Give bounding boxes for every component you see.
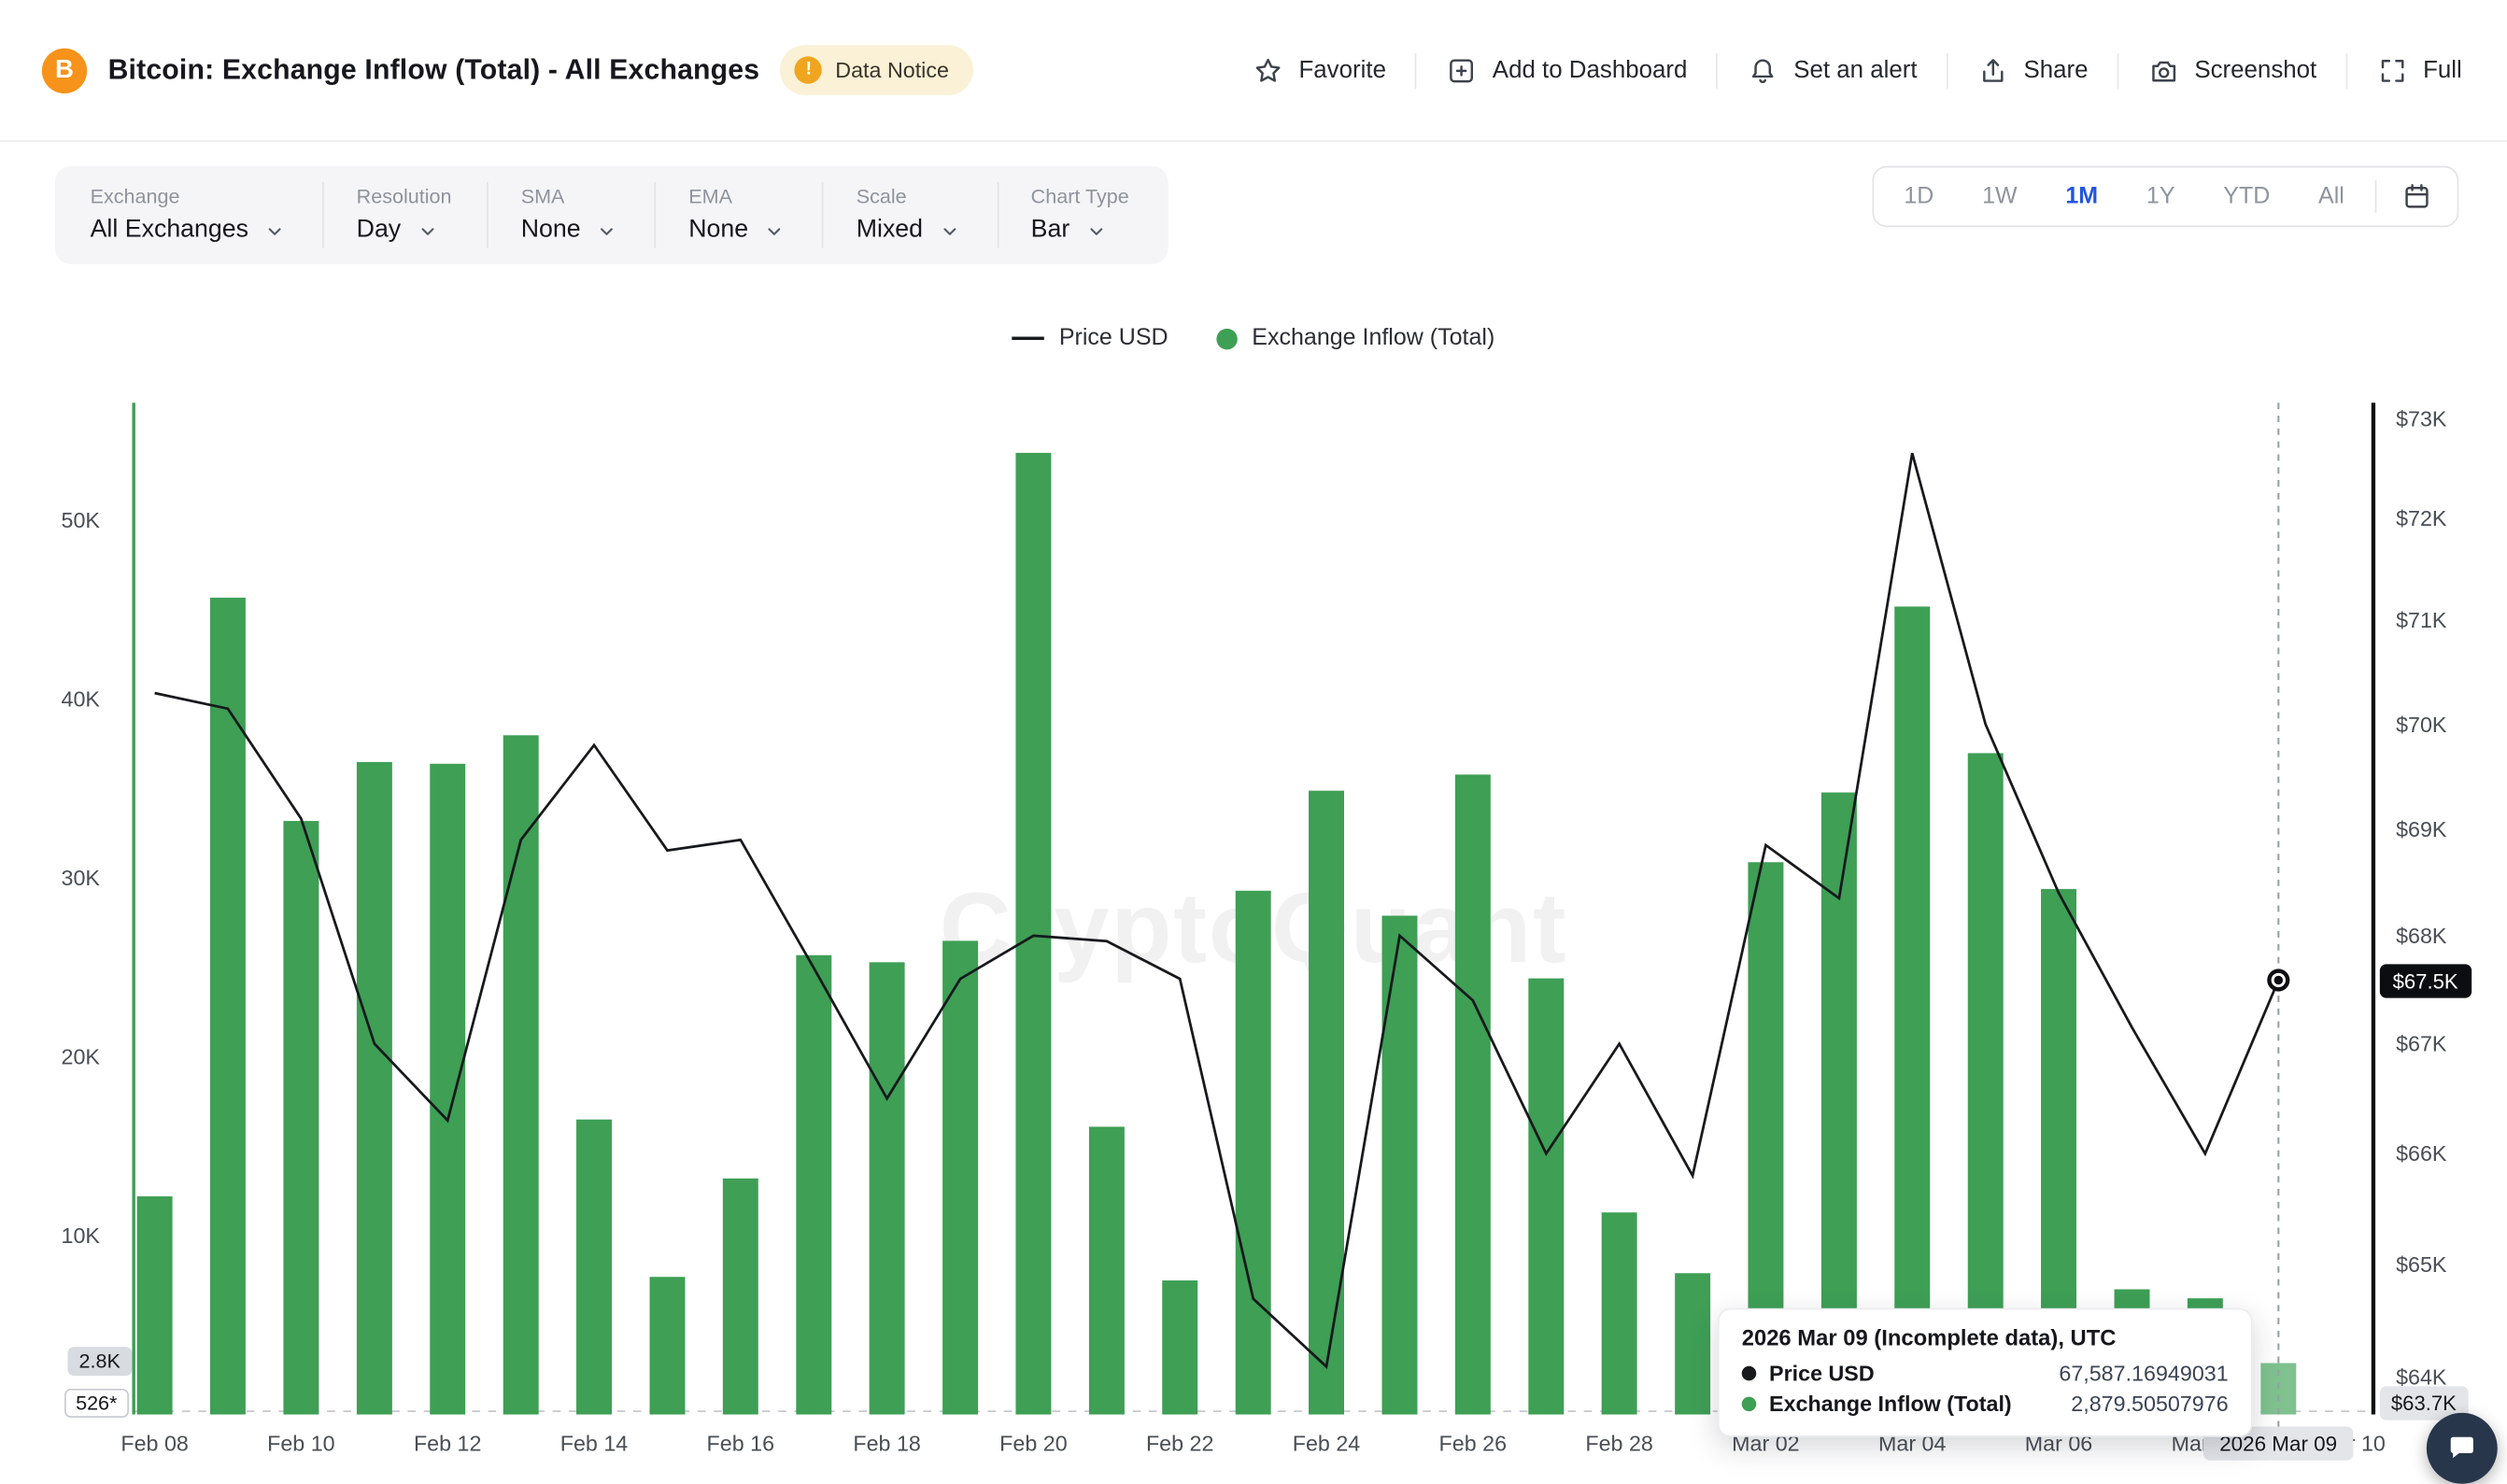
chat-launcher-button[interactable] bbox=[2427, 1413, 2498, 1484]
chart-canvas[interactable] bbox=[0, 0, 2507, 1477]
chat-icon bbox=[2443, 1429, 2481, 1467]
chart-area: CryptoQuant 10K20K30K40K50K $64K$65K$66K… bbox=[0, 0, 2507, 1477]
cryptoquant-page: B Bitcoin: Exchange Inflow (Total) - All… bbox=[0, 0, 2507, 1477]
